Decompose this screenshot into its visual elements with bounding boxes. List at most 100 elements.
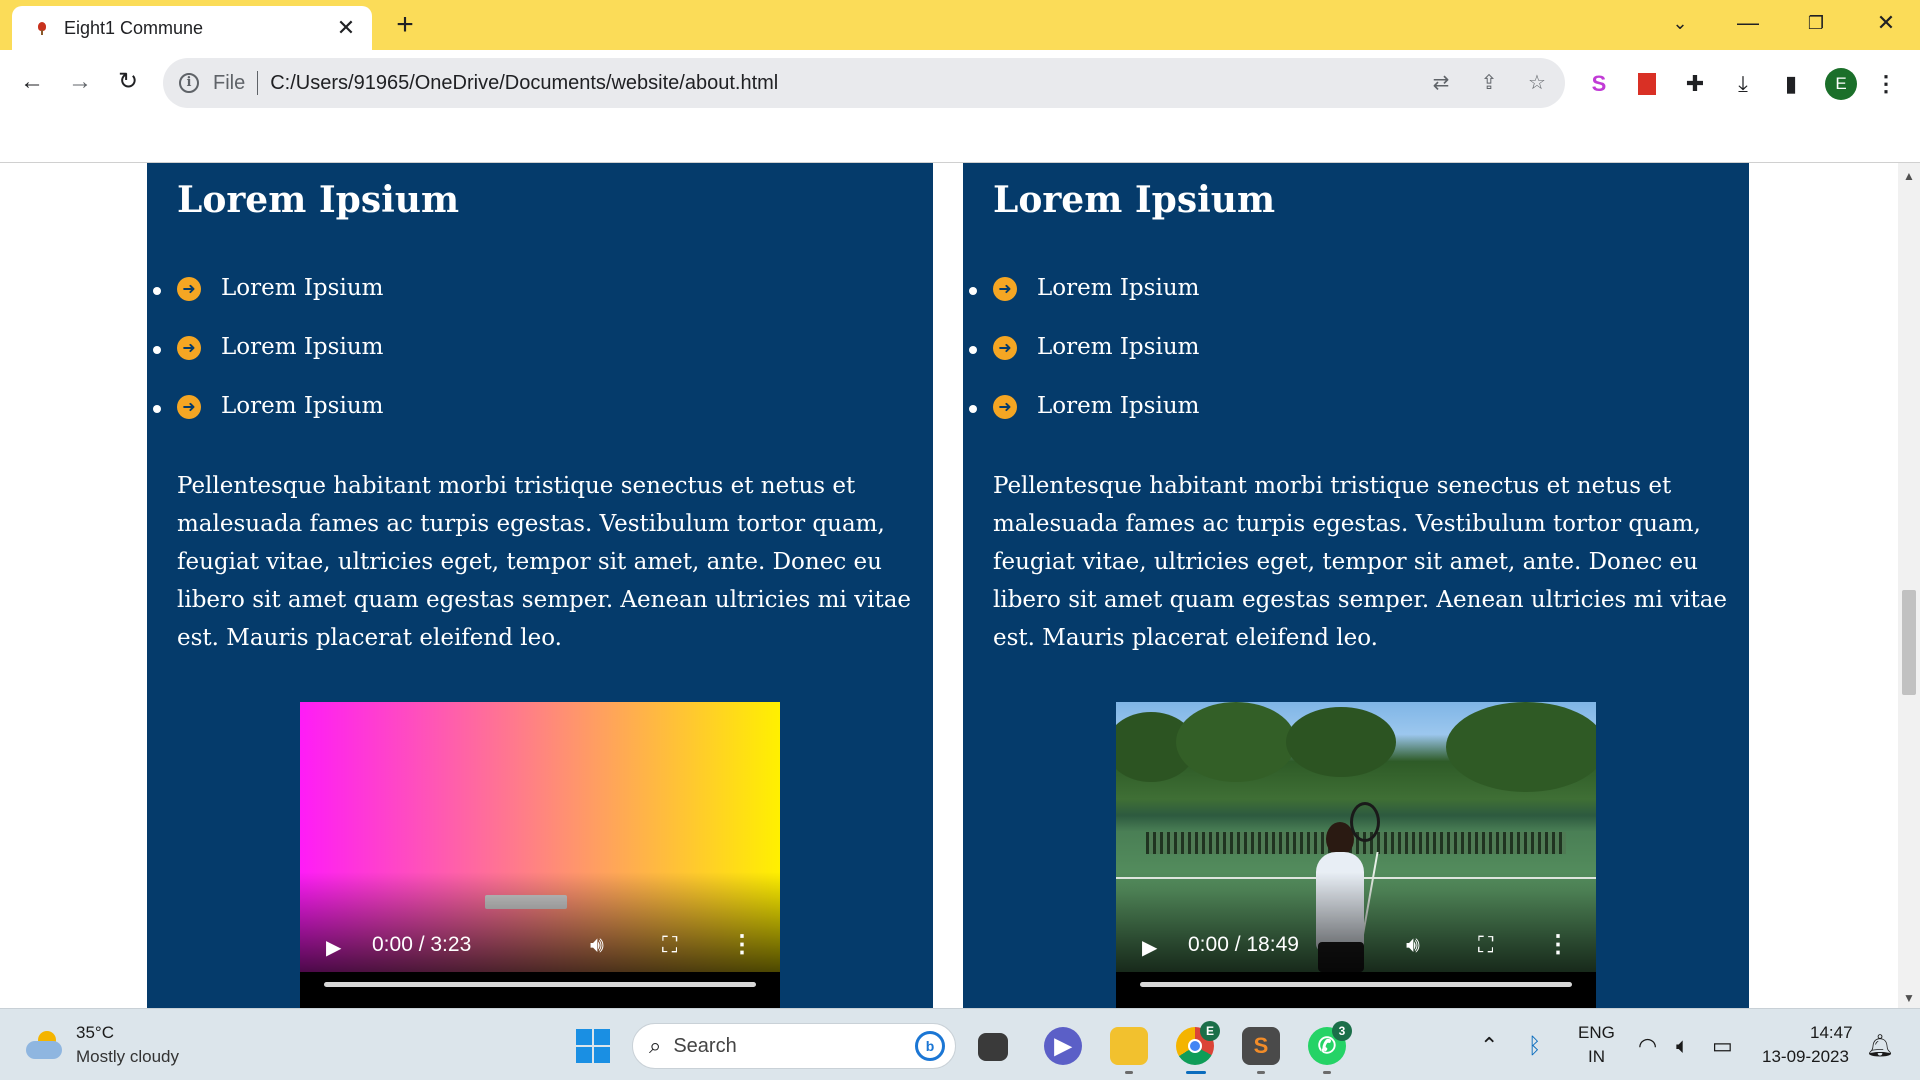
extensions-puzzle-icon[interactable]: ✚	[1681, 70, 1709, 98]
windows-start-icon[interactable]	[576, 1029, 610, 1063]
translate-icon[interactable]: ⇄	[1429, 71, 1453, 95]
video-player[interactable]: ▶ 0:00 / 3:23 🔊︎ ⛶ ⋮	[300, 702, 780, 1008]
list-item: ➜ Lorem Ipsium	[969, 393, 1200, 452]
close-tab-icon[interactable]: ✕	[334, 15, 358, 41]
reload-icon[interactable]: ↻	[112, 66, 144, 98]
more-options-icon[interactable]: ⋮	[1546, 930, 1570, 959]
language-label[interactable]: ENG	[1578, 1023, 1615, 1043]
share-icon[interactable]: ⇪	[1477, 71, 1501, 95]
volume-icon[interactable]: 🔊︎	[1406, 932, 1420, 958]
wifi-icon[interactable]: ◠	[1638, 1033, 1657, 1059]
omnibox-divider	[257, 71, 259, 95]
weather-description[interactable]: Mostly cloudy	[76, 1047, 179, 1067]
file-explorer-icon[interactable]	[1110, 1027, 1148, 1065]
task-view-icon[interactable]	[978, 1033, 1008, 1061]
video-progress-track[interactable]	[1140, 982, 1572, 987]
show-hidden-icons-chevron-icon[interactable]: ⌃	[1480, 1033, 1498, 1059]
chrome-profile-badge: E	[1200, 1021, 1220, 1041]
sublime-text-icon[interactable]: S	[1242, 1027, 1280, 1065]
search-icon: ⌕	[649, 1033, 662, 1058]
scrollbar-thumb[interactable]	[1902, 590, 1916, 695]
download-icon[interactable]: ⤓	[1729, 70, 1757, 98]
scroll-up-arrow-icon[interactable]: ▲	[1903, 169, 1915, 183]
restore-icon[interactable]: ❐	[1796, 8, 1836, 38]
browser-tabstrip: Eight1 Commune ✕ + ⌄ — ❐ ✕	[0, 0, 1920, 50]
bookmark-extension-icon[interactable]	[1633, 70, 1661, 98]
windows-taskbar: 35°C Mostly cloudy ⌕ Search b ▶ E S ✆ 3 …	[0, 1008, 1920, 1080]
bookmark-star-icon[interactable]: ☆	[1525, 71, 1549, 95]
close-window-icon[interactable]: ✕	[1866, 8, 1906, 38]
arrow-right-circle-icon: ➜	[177, 336, 201, 360]
side-panel-icon[interactable]: ▮	[1777, 70, 1805, 98]
scheme-label: File	[213, 71, 246, 94]
app-active-indicator	[1186, 1071, 1206, 1074]
bullet-dot	[153, 405, 161, 413]
video-controls-shade	[300, 872, 780, 972]
address-bar[interactable]: i File C:/Users/91965/OneDrive/Documents…	[163, 58, 1565, 108]
tab-search-chevron-icon[interactable]: ⌄	[1660, 8, 1700, 38]
speaker-muted-icon[interactable]: 🔈︎	[1676, 1033, 1689, 1059]
list-item: ➜ Lorem Ipsium	[153, 334, 384, 393]
card-list: ➜ Lorem Ipsium ➜ Lorem Ipsium ➜ Lorem Ipsiu…	[969, 275, 1200, 452]
video-player[interactable]: ▶ 0:00 / 18:49 🔊︎ ⛶ ⋮	[1116, 702, 1596, 1008]
menu-kebab-icon[interactable]: ⋮	[1872, 70, 1900, 98]
card-title: Lorem Ipsium	[177, 179, 460, 221]
new-tab-button[interactable]: +	[390, 10, 420, 40]
taskbar-search[interactable]: ⌕ Search b	[632, 1023, 956, 1069]
region-label[interactable]: IN	[1588, 1047, 1605, 1067]
list-item: ➜ Lorem Ipsium	[969, 334, 1200, 393]
clock-time[interactable]: 14:47	[1810, 1023, 1853, 1043]
browser-tab[interactable]: Eight1 Commune ✕	[12, 6, 372, 50]
card-title: Lorem Ipsium	[993, 179, 1276, 221]
bullet-dot	[969, 405, 977, 413]
play-icon[interactable]: ▶	[326, 935, 341, 960]
list-item-label: Lorem Ipsium	[221, 334, 384, 360]
page-scrollbar[interactable]: ▲ ▼	[1898, 163, 1920, 1008]
weather-cloud-icon[interactable]	[26, 1031, 64, 1059]
play-icon[interactable]: ▶	[1142, 935, 1157, 960]
clock-date[interactable]: 13-09-2023	[1762, 1047, 1849, 1067]
volume-icon[interactable]: 🔊︎	[590, 932, 604, 958]
back-arrow-icon[interactable]: ←	[16, 66, 48, 98]
arrow-right-circle-icon: ➜	[993, 395, 1017, 419]
list-item: ➜ Lorem Ipsium	[969, 275, 1199, 334]
minimize-icon[interactable]: —	[1728, 8, 1768, 38]
bluetooth-icon[interactable]: ᛒ	[1528, 1033, 1541, 1059]
list-item-label: Lorem Ipsium	[221, 393, 384, 419]
app-running-indicator	[1257, 1071, 1265, 1074]
notifications-bell-icon[interactable]: 🔔︎	[1866, 1033, 1894, 1059]
video-controls-shade	[1116, 872, 1596, 972]
bullet-dot	[969, 346, 977, 354]
teams-chat-icon[interactable]: ▶	[1044, 1027, 1082, 1065]
profile-avatar[interactable]: E	[1825, 68, 1857, 100]
forward-arrow-icon[interactable]: →	[64, 66, 96, 98]
arrow-right-circle-icon: ➜	[177, 395, 201, 419]
battery-icon[interactable]: ▭	[1712, 1033, 1733, 1059]
content-card: Lorem Ipsium ➜ Lorem Ipsium ➜ Lorem Ipsium…	[147, 163, 933, 1008]
search-label: Search	[673, 1034, 737, 1057]
arrow-right-circle-icon: ➜	[993, 336, 1017, 360]
bullet-dot	[969, 287, 977, 295]
tab-title: Eight1 Commune	[64, 17, 204, 38]
whatsapp-unread-badge: 3	[1332, 1021, 1352, 1041]
site-favicon-icon	[34, 20, 50, 36]
bullet-dot	[153, 346, 161, 354]
more-options-icon[interactable]: ⋮	[730, 930, 754, 959]
weather-temperature[interactable]: 35°C	[76, 1023, 114, 1043]
list-item-label: Lorem Ipsium	[221, 275, 384, 301]
list-item-label: Lorem Ipsium	[1037, 334, 1200, 360]
list-item: ➜ Lorem Ipsium	[153, 393, 384, 452]
info-icon[interactable]: i	[179, 73, 199, 93]
bing-icon[interactable]: b	[915, 1031, 945, 1061]
scroll-down-arrow-icon[interactable]: ▼	[1903, 991, 1915, 1005]
card-list: ➜ Lorem Ipsium ➜ Lorem Ipsium ➜ Lorem Ipsiu…	[153, 275, 384, 452]
s-extension-icon[interactable]: S	[1585, 70, 1613, 98]
fullscreen-icon[interactable]: ⛶	[1478, 932, 1493, 958]
list-item-label: Lorem Ipsium	[1037, 393, 1200, 419]
fullscreen-icon[interactable]: ⛶	[662, 932, 677, 958]
card-paragraph: Pellentesque habitant morbi tristique se…	[177, 473, 912, 651]
list-item: ➜ Lorem Ipsium	[153, 275, 384, 334]
url-text[interactable]: C:/Users/91965/OneDrive/Documents/websit…	[270, 72, 778, 95]
content-card: Lorem Ipsium ➜ Lorem Ipsium ➜ Lorem Ipsium…	[963, 163, 1749, 1008]
video-progress-track[interactable]	[324, 982, 756, 987]
